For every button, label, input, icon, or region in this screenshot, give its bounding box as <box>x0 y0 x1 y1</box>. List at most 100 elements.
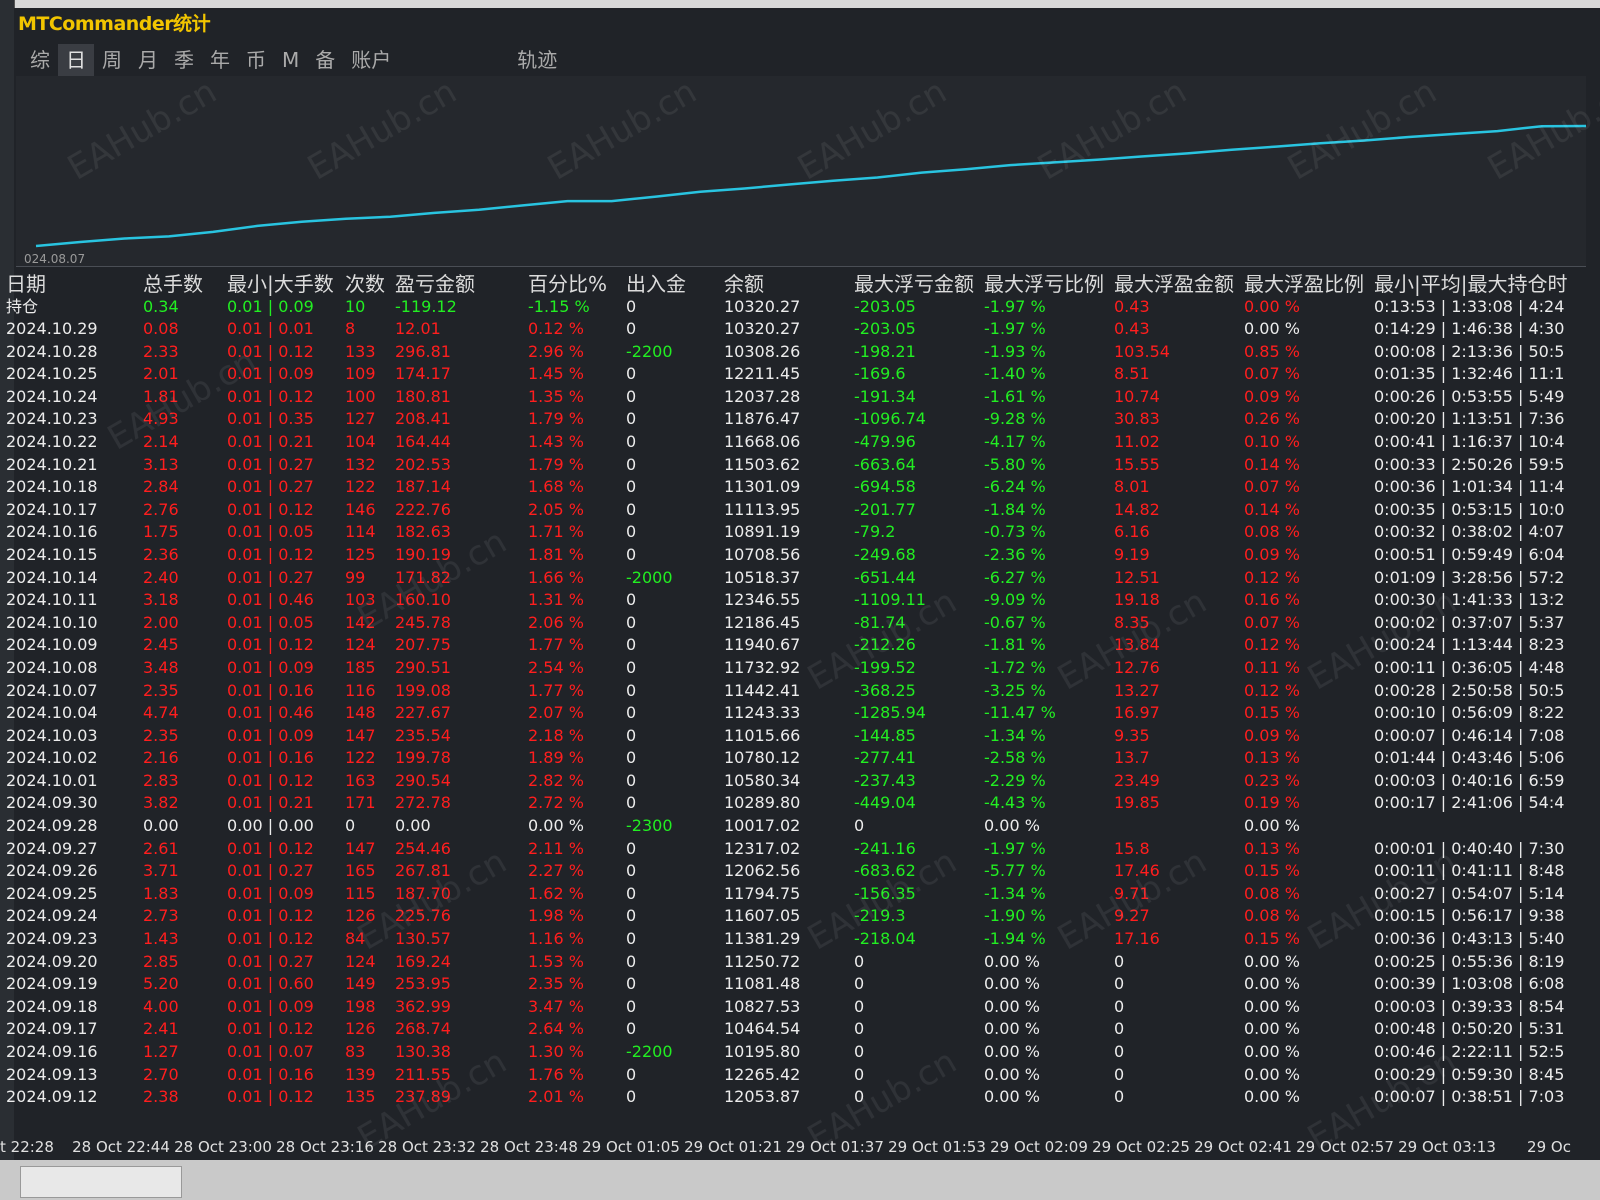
cell-9: -1.84 % <box>984 499 1046 519</box>
tab-0[interactable]: 综 <box>22 44 58 76</box>
table-row[interactable]: 2024.09.23 1.43 0.01 | 0.12 84 130.57 1.16 % 0… <box>4 928 1569 951</box>
cell-1: 4.74 <box>143 703 179 723</box>
tab-1[interactable]: 日 <box>58 44 94 76</box>
tab-bar: 综日周月季年币 M 备账户 轨迹 <box>22 44 565 76</box>
cell-0: 2024.09.13 <box>6 1064 98 1084</box>
table-row[interactable]: 2024.10.14 2.40 0.01 | 0.27 99 171.82 1.66 % -… <box>4 567 1569 590</box>
table-row[interactable]: 2024.10.15 2.36 0.01 | 0.12 125 190.19 1.81 %… <box>4 544 1569 567</box>
table-row[interactable]: 2024.09.24 2.73 0.01 | 0.12 126 225.76 1.98 %… <box>4 905 1569 928</box>
table-row[interactable]: 2024.10.17 2.76 0.01 | 0.12 146 222.76 2.05 %… <box>4 499 1569 522</box>
tab-8[interactable]: 备 <box>307 44 343 76</box>
table-row[interactable]: 2024.09.27 2.61 0.01 | 0.12 147 254.46 2.11 %… <box>4 838 1569 861</box>
tab-9[interactable]: 账户 <box>343 44 399 76</box>
tab-6[interactable]: 币 <box>238 44 274 76</box>
table-row[interactable]: 2024.09.26 3.71 0.01 | 0.27 165 267.81 2.27 %… <box>4 860 1569 883</box>
col-header-3[interactable]: 次数 <box>343 272 393 296</box>
tab-4[interactable]: 季 <box>166 44 202 76</box>
col-header-4[interactable]: 盈亏金额 <box>393 272 526 296</box>
cell-0: 2024.09.19 <box>6 974 98 994</box>
cell-1: 3.82 <box>143 793 179 813</box>
cell-1: 2.38 <box>143 1087 179 1107</box>
cell-10: 0 <box>1114 1087 1125 1107</box>
cell-11: 0.08 % <box>1244 883 1300 903</box>
col-header-6[interactable]: 出入金 <box>624 272 722 296</box>
cell-12: 0:00:10 | 0:56:09 | 8:22 <box>1374 703 1565 723</box>
tab-7[interactable]: M <box>274 44 307 76</box>
table-row[interactable]: 2024.10.18 2.84 0.01 | 0.27 122 187.14 1.68 %… <box>4 476 1569 499</box>
table-row[interactable]: 2024.10.11 3.18 0.01 | 0.46 103 160.10 1.31 %… <box>4 589 1569 612</box>
cell-0: 2024.10.18 <box>6 477 98 497</box>
cell-3: 133 <box>345 341 376 361</box>
cell-3: 126 <box>345 1019 376 1039</box>
cell-7: 10708.56 <box>724 544 801 564</box>
table-row[interactable]: 2024.10.28 2.33 0.01 | 0.12 133 296.81 2.96 %… <box>4 341 1569 364</box>
cell-1: 0.08 <box>143 319 179 338</box>
cell-12: 0:00:07 | 0:46:14 | 7:08 <box>1374 725 1565 745</box>
table-row[interactable]: 2024.10.24 1.81 0.01 | 0.12 100 180.81 1.35 %… <box>4 386 1569 409</box>
table-row[interactable]: 2024.10.03 2.35 0.01 | 0.09 147 235.54 2.18 %… <box>4 725 1569 748</box>
col-header-5[interactable]: 百分比% <box>526 272 624 296</box>
cell-11: 0.09 % <box>1244 386 1300 406</box>
table-row[interactable]: 2024.10.25 2.01 0.01 | 0.09 109 174.17 1.45 %… <box>4 363 1569 386</box>
col-header-10[interactable]: 最大浮盈金额 <box>1112 272 1242 296</box>
cell-10: 9.27 <box>1114 906 1150 926</box>
chart-start-date: 024.08.07 <box>24 252 86 266</box>
cell-10: 13.84 <box>1114 635 1160 655</box>
cell-2: 0.01 | 0.07 <box>227 1042 314 1061</box>
cell-6: 0 <box>626 477 637 497</box>
cell-10: 15.8 <box>1114 838 1150 858</box>
cell-0: 2024.10.04 <box>6 703 98 723</box>
table-row[interactable]: 2024.09.19 5.20 0.01 | 0.60 149 253.95 2.35 %… <box>4 973 1569 996</box>
cell-2: 0.01 | 0.12 <box>227 838 314 858</box>
tab-3[interactable]: 月 <box>130 44 166 76</box>
cell-1: 2.00 <box>143 612 179 632</box>
table-row[interactable]: 2024.09.30 3.82 0.01 | 0.21 171 272.78 2.72 %… <box>4 792 1569 815</box>
col-header-0[interactable]: 日期 <box>4 272 141 296</box>
table-row[interactable]: 2024.09.25 1.83 0.01 | 0.09 115 187.70 1.62 %… <box>4 883 1569 906</box>
table-row[interactable]: 2024.09.17 2.41 0.01 | 0.12 126 268.74 2.64 %… <box>4 1018 1569 1041</box>
table-row[interactable]: 2024.09.12 2.38 0.01 | 0.12 135 237.89 2.01 %… <box>4 1086 1569 1109</box>
cell-8: -1285.94 <box>854 703 926 723</box>
col-header-2[interactable]: 最小|大手数 <box>225 272 343 296</box>
table-row[interactable]: 2024.09.20 2.85 0.01 | 0.27 124 169.24 1.53 %… <box>4 951 1569 974</box>
table-row[interactable]: 2024.09.13 2.70 0.01 | 0.16 139 211.55 1.76 %… <box>4 1064 1569 1087</box>
table-row[interactable]: 2024.10.22 2.14 0.01 | 0.21 104 164.44 1.43 %… <box>4 431 1569 454</box>
cell-11: 0.15 % <box>1244 861 1300 881</box>
col-header-8[interactable]: 最大浮亏金额 <box>852 272 982 296</box>
cell-8: -241.16 <box>854 838 916 858</box>
tab-10[interactable]: 轨迹 <box>509 44 565 76</box>
cell-8: -203.05 <box>854 319 916 338</box>
cell-2: 0.01 | 0.21 <box>227 431 314 451</box>
cell-11: 0.09 % <box>1244 544 1300 564</box>
table-row[interactable]: 2024.10.10 2.00 0.01 | 0.05 142 245.78 2.06 %… <box>4 612 1569 635</box>
cell-12: 0:00:11 | 0:41:11 | 8:48 <box>1374 861 1565 881</box>
cell-6: -2200 <box>626 341 673 361</box>
table-row[interactable]: 2024.10.08 3.48 0.01 | 0.09 185 290.51 2.54 %… <box>4 657 1569 680</box>
time-tick: 28 Oct 23:00 <box>174 1138 272 1156</box>
col-header-11[interactable]: 最大浮盈比例 <box>1242 272 1372 296</box>
cell-9: 0.00 % <box>984 996 1040 1016</box>
table-row[interactable]: 2024.10.21 3.13 0.01 | 0.27 132 202.53 1.79 %… <box>4 454 1569 477</box>
cell-1: 2.85 <box>143 951 179 971</box>
table-row[interactable]: 2024.10.02 2.16 0.01 | 0.16 122 199.78 1.89 %… <box>4 747 1569 770</box>
table-row[interactable]: 2024.10.09 2.45 0.01 | 0.12 124 207.75 1.77 %… <box>4 634 1569 657</box>
table-row[interactable]: 2024.10.23 4.93 0.01 | 0.35 127 208.41 1.79 %… <box>4 408 1569 431</box>
col-header-1[interactable]: 总手数 <box>141 272 225 296</box>
col-header-7[interactable]: 余额 <box>722 272 852 296</box>
cell-8: -449.04 <box>854 793 916 813</box>
tab-2[interactable]: 周 <box>94 44 130 76</box>
col-header-9[interactable]: 最大浮亏比例 <box>982 272 1112 296</box>
table-row[interactable]: 2024.10.29 0.08 0.01 | 0.01 8 12.01 0.12 % 0 10… <box>4 318 1569 341</box>
tab-5[interactable]: 年 <box>202 44 238 76</box>
table-row[interactable]: 2024.09.28 0.00 0.00 | 0.00 0 0.00 0.00 % -230… <box>4 815 1569 838</box>
cell-5: 1.43 % <box>528 431 584 451</box>
table-row[interactable]: 2024.09.18 4.00 0.01 | 0.09 198 362.99 3.47 %… <box>4 996 1569 1019</box>
table-row[interactable]: 2024.10.07 2.35 0.01 | 0.16 116 199.08 1.77 %… <box>4 680 1569 703</box>
cell-11: 0.19 % <box>1244 793 1300 813</box>
table-row[interactable]: 2024.09.16 1.27 0.01 | 0.07 83 130.38 1.30 % -… <box>4 1041 1569 1064</box>
table-row[interactable]: 2024.10.16 1.75 0.01 | 0.05 114 182.63 1.71 %… <box>4 521 1569 544</box>
cell-3: 122 <box>345 748 376 768</box>
table-row[interactable]: 2024.10.04 4.74 0.01 | 0.46 148 227.67 2.07 %… <box>4 702 1569 725</box>
table-row[interactable]: 2024.10.01 2.83 0.01 | 0.12 163 290.54 2.82 %… <box>4 770 1569 793</box>
col-header-12[interactable]: 最小|平均|最大持仓时 <box>1372 272 1569 296</box>
